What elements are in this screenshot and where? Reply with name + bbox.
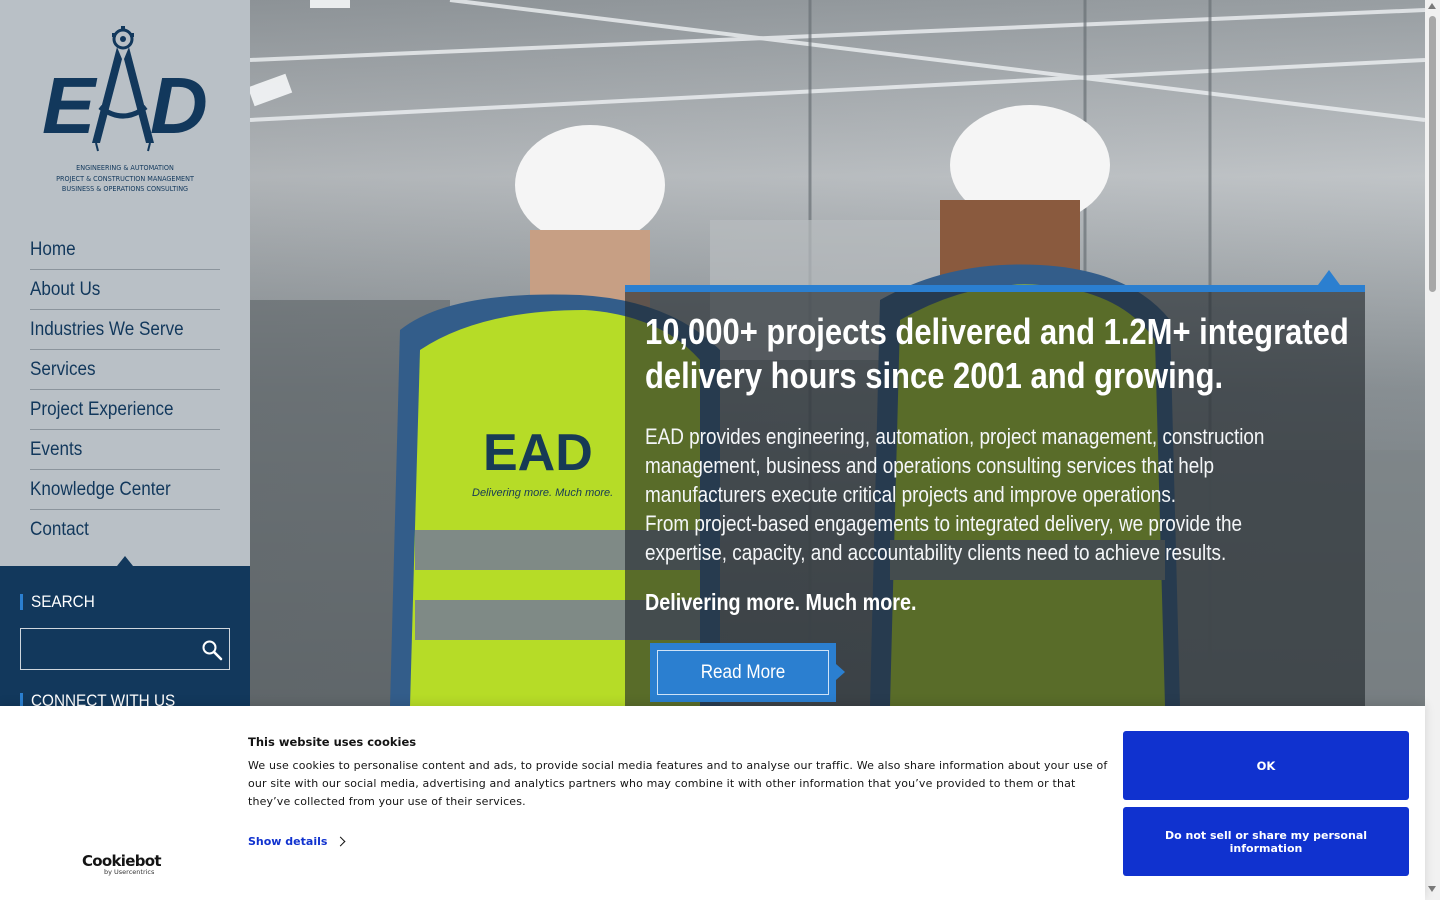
nav-item-label: About Us [30,278,101,300]
svg-text:D: D [150,61,208,150]
nav-item-events[interactable]: Events [30,430,220,470]
do-not-sell-button[interactable]: Do not sell or share my personal informa… [1123,807,1409,876]
svg-text:E: E [42,61,98,150]
logo-tagline: ENGINEERING & AUTOMATION PROJECT & CONST… [40,163,210,195]
read-more-arrow-icon [836,664,845,680]
ead-logo[interactable]: E D ENGINEERING & AUTOMATION PROJECT & C… [40,25,210,200]
nav-pointer-triangle [117,556,133,566]
cookiebot-logo: Cookiebot by Usercentrics [82,852,162,876]
scroll-up-icon[interactable] [1428,3,1436,9]
scroll-thumb[interactable] [1429,16,1436,292]
hero-banner: EAD Delivering more. Much more. 10,000+ … [250,0,1425,706]
cookie-ok-label: OK [1256,758,1276,773]
nav-item-knowledge-center[interactable]: Knowledge Center [30,470,220,510]
nav-item-home[interactable]: Home [30,230,220,270]
hero-headline-line: delivery hours since 2001 and growing. [645,355,1224,396]
cookie-ok-button[interactable]: OK [1123,731,1409,800]
cookie-text: We use cookies to personalise content an… [248,759,1108,808]
svg-text:Delivering more. Much more.: Delivering more. Much more. [472,487,613,499]
search-input[interactable] [21,629,201,671]
logo-tagline-line: ENGINEERING & AUTOMATION [76,163,174,172]
chevron-right-icon [335,836,346,847]
hero-accent-bar [625,285,1365,292]
nav-item-label: Knowledge Center [30,478,171,500]
logo-tagline-line: BUSINESS & OPERATIONS CONSULTING [61,184,189,193]
sidebar: E D ENGINEERING & AUTOMATION PROJECT & C… [0,0,250,710]
cookiebot-brand-sub: by Usercentrics [104,868,155,876]
nav-item-label: Services [30,358,96,380]
logo-tagline-line: PROJECT & CONSTRUCTION MANAGEMENT [56,173,194,183]
nav-item-label: Project Experience [30,398,174,420]
search-heading: SEARCH [20,592,102,611]
hero-tagline: Delivering more. Much more. [645,589,917,615]
hero-body-line: expertise, capacity, and accountability … [645,540,1227,565]
hero-body-line: From project-based engagements to integr… [645,511,1243,536]
nav-item-project-experience[interactable]: Project Experience [30,390,220,430]
hero-body-line: EAD provides engineering, automation, pr… [645,424,1265,449]
read-more-label: Read More [700,661,786,683]
hero-body-line: management, business and operations cons… [645,453,1214,478]
page-scrollbar[interactable] [1425,0,1440,900]
cookie-title: This website uses cookies [248,735,417,749]
nav-item-services[interactable]: Services [30,350,220,390]
nav-item-label: Home [30,238,76,260]
hero-headline: 10,000+ projects delivered and 1.2M+ int… [645,310,1349,398]
search-box [20,628,230,671]
hero-body-line: manufacturers execute critical projects … [645,482,1177,507]
nav-item-label: Events [30,438,83,460]
main-nav: Home About Us Industries We Serve Servic… [30,230,220,550]
hero-accent-triangle [1318,270,1340,285]
do-not-sell-label: Do not sell or share my personal informa… [1164,828,1368,855]
read-more-frame: Read More [650,643,836,702]
scroll-down-icon[interactable] [1428,886,1436,892]
read-more-button[interactable]: Read More [657,650,829,695]
nav-item-industries[interactable]: Industries We Serve [30,310,220,350]
hero-body: EAD provides engineering, automation, pr… [645,422,1345,567]
cookie-banner: Cookiebot by Usercentrics This website u… [0,706,1425,900]
show-details-link[interactable]: Show details [248,835,346,848]
logo-mark-icon: E D [42,26,208,152]
show-details-label: Show details [248,835,328,848]
nav-item-label: Industries We Serve [30,318,184,340]
hero-headline-line: 10,000+ projects delivered and 1.2M+ int… [645,311,1349,352]
search-heading-label: SEARCH [31,592,95,611]
nav-item-label: Contact [30,519,89,540]
svg-text:EAD: EAD [483,424,593,482]
search-panel: SEARCH CONNECT WITH US [0,566,250,710]
nav-item-contact[interactable]: Contact [30,510,220,550]
search-icon[interactable] [201,639,223,661]
nav-item-about-us[interactable]: About Us [30,270,220,310]
